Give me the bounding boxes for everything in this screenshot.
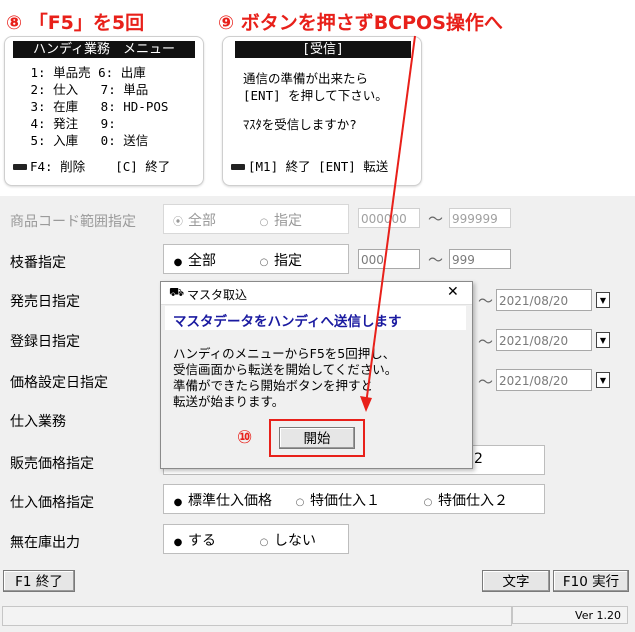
callout-arrow (360, 35, 416, 412)
